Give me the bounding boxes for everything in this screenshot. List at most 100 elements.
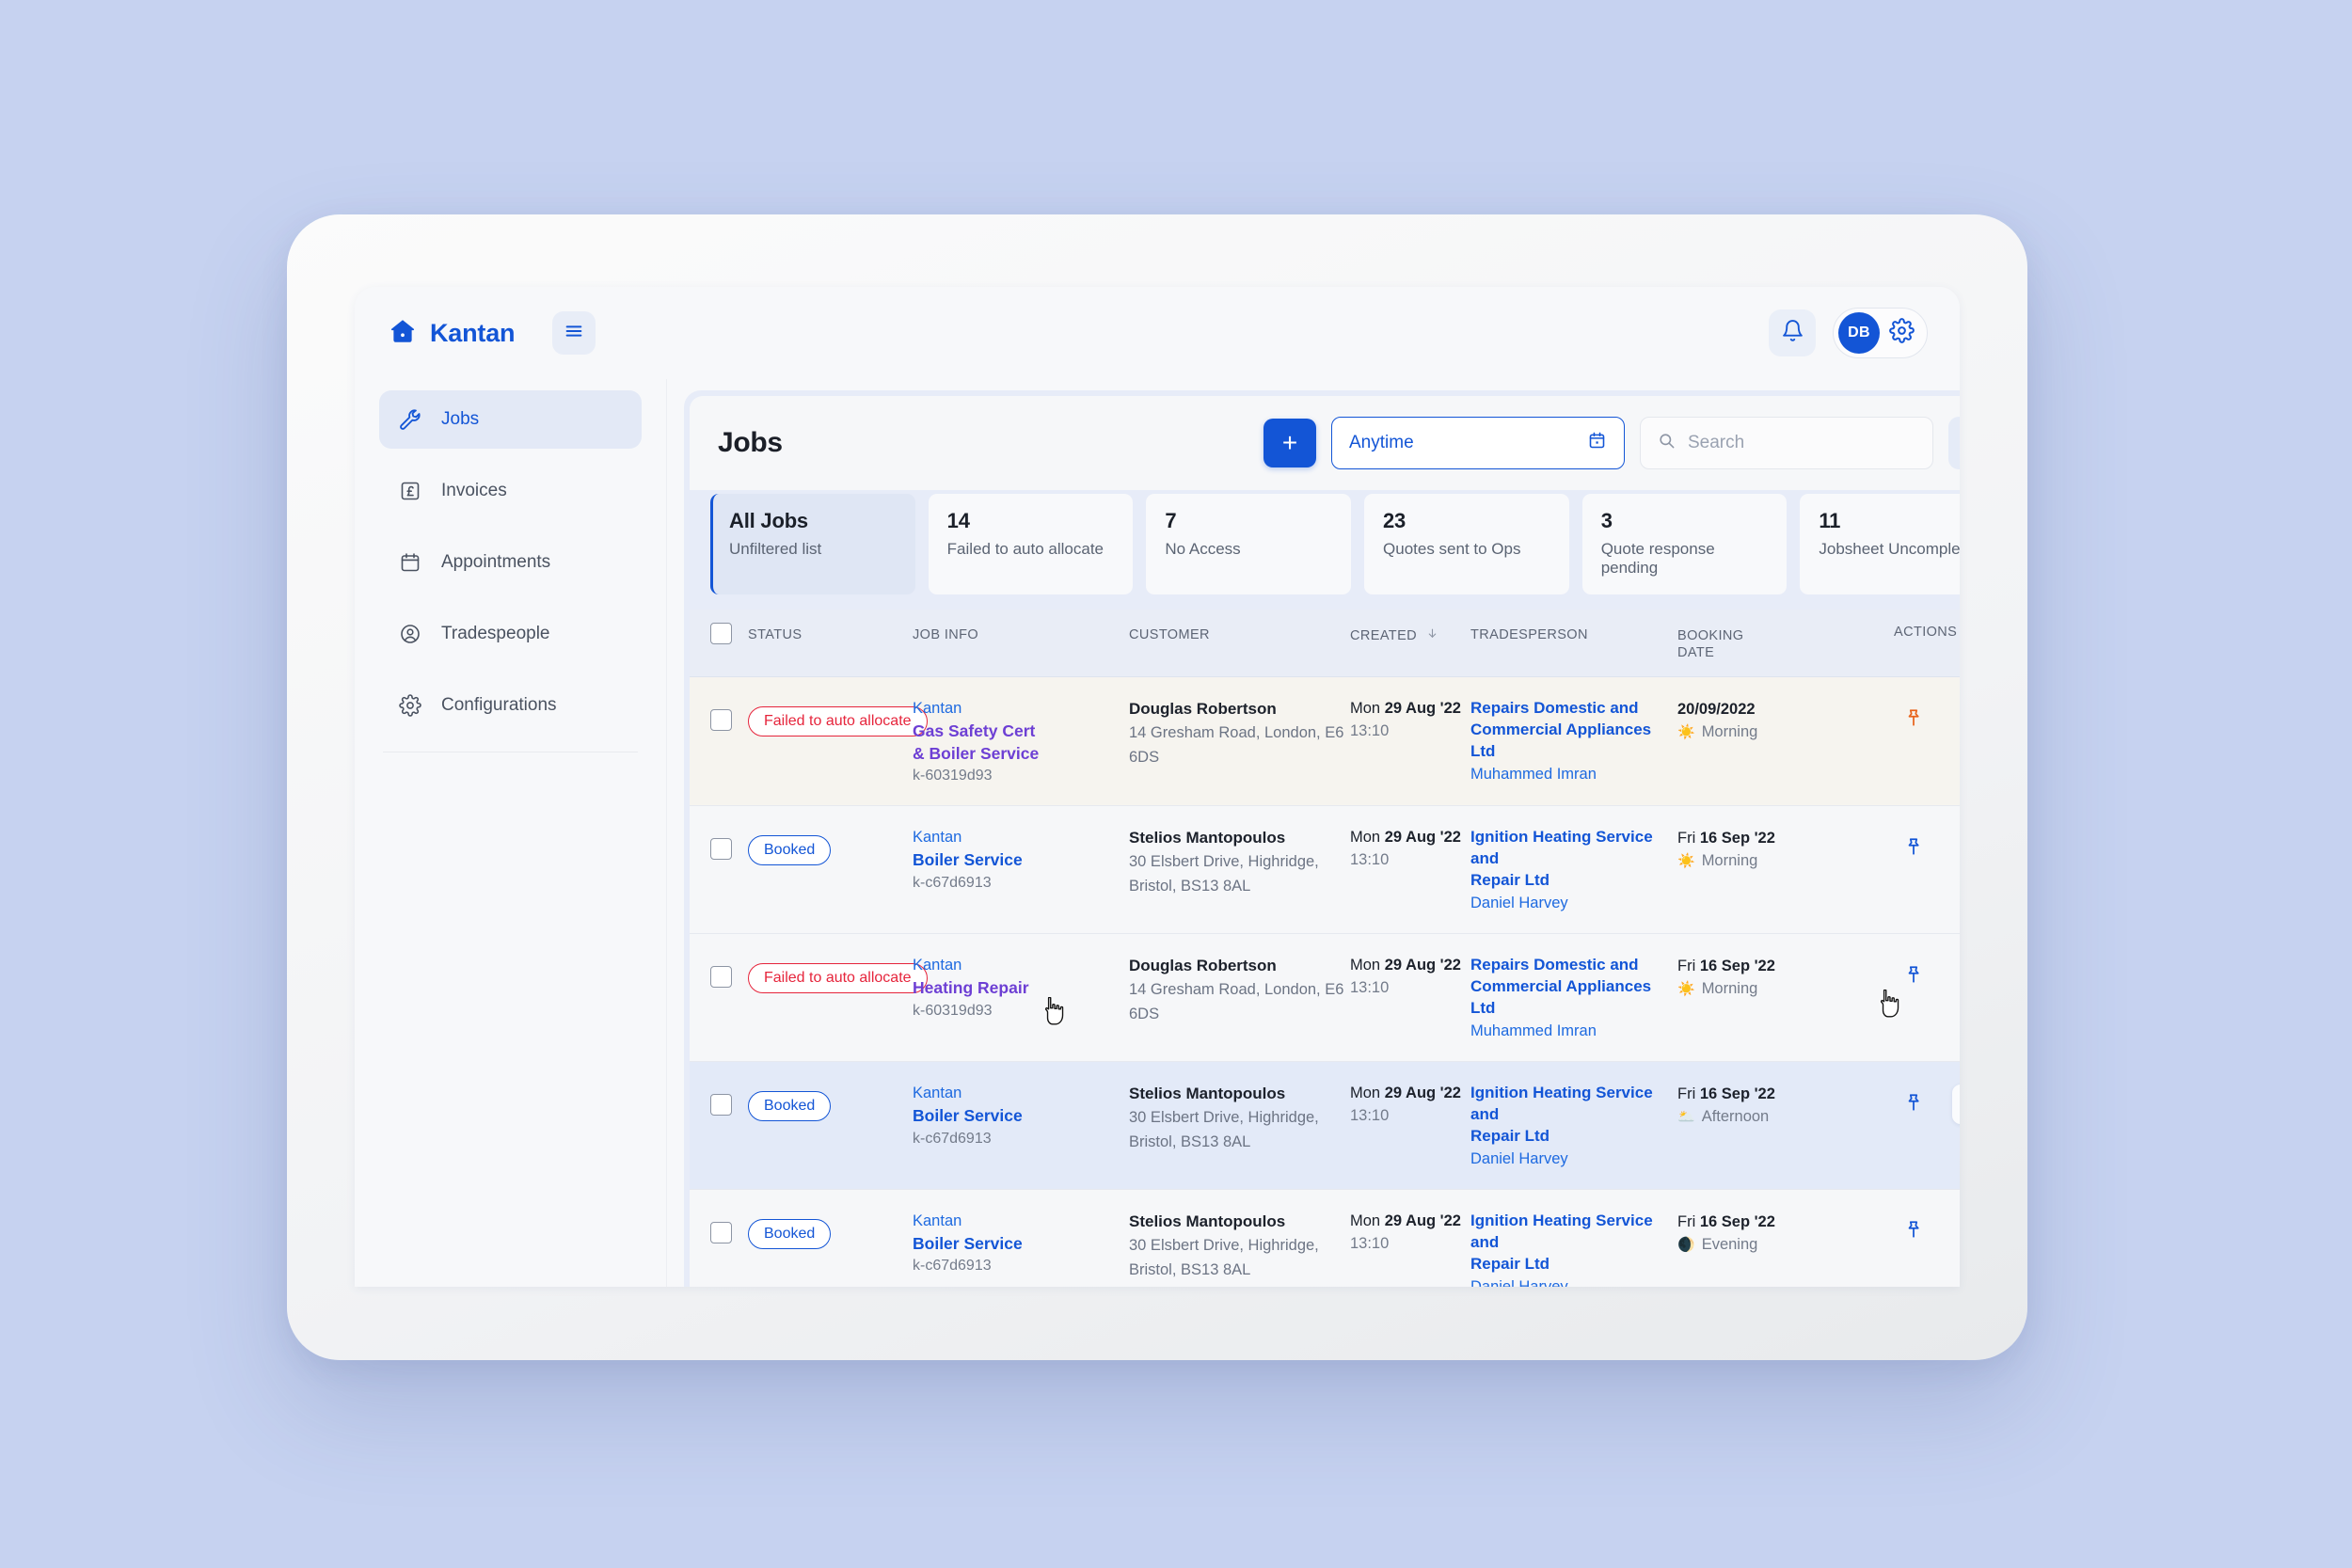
sidebar-item-label: Configurations: [441, 695, 557, 715]
trade-company-line1[interactable]: Ignition Heating Service and: [1470, 1083, 1677, 1126]
row-checkbox[interactable]: [710, 1221, 732, 1243]
stat-card-quotes-sent-to-ops[interactable]: 23 Quotes sent to Ops: [1364, 494, 1569, 594]
add-job-button[interactable]: +: [1263, 419, 1316, 467]
trade-company-line1[interactable]: Ignition Heating Service and: [1470, 1211, 1677, 1254]
trade-person-link[interactable]: Daniel Harvey: [1470, 895, 1677, 912]
stat-label: No Access: [1165, 540, 1241, 558]
job-name-link[interactable]: Heating Repair: [913, 977, 1129, 1000]
brand-logo[interactable]: Kantan: [389, 317, 516, 350]
user-menu[interactable]: DB: [1833, 308, 1928, 358]
app-body: Jobs Invoices Appointments Tradespeople …: [355, 379, 1960, 1287]
booking-date: Fri 16 Sep '22: [1677, 1083, 1894, 1106]
column-header-booking-date[interactable]: BOOKING DATE: [1677, 623, 1894, 661]
stat-card-jobsheet-uncompleted[interactable]: 11 Jobsheet Uncompleted: [1800, 494, 1960, 594]
row-job-cell: Kantan Gas Safety Cert & Boiler Service …: [913, 698, 1129, 784]
trade-company-line2[interactable]: Commercial Appliances Ltd: [1470, 976, 1677, 1020]
trade-company-line2[interactable]: Repair Ltd: [1470, 1126, 1677, 1148]
status-badge: Booked: [748, 835, 832, 866]
table-row[interactable]: Failed to auto allocate Kantan Heating R…: [690, 934, 1960, 1063]
booking-slot-label: Morning: [1701, 979, 1758, 997]
stat-card-quote-response-pending[interactable]: 3 Quote response pending: [1581, 494, 1788, 594]
column-header-job-info[interactable]: JOB INFO: [913, 623, 1129, 642]
settings-button[interactable]: [1889, 318, 1915, 348]
trade-company-line2[interactable]: Commercial Appliances Ltd: [1470, 720, 1677, 763]
table-row[interactable]: Failed to auto allocate Kantan Gas Safet…: [690, 677, 1960, 807]
stat-card-no-access[interactable]: 7 No Access: [1146, 494, 1352, 594]
row-checkbox[interactable]: [710, 838, 732, 861]
pin-button[interactable]: [1894, 700, 1933, 739]
date-range-select[interactable]: Anytime: [1331, 417, 1625, 469]
column-header-created[interactable]: CREATED: [1350, 623, 1470, 643]
booking-date: Fri 16 Sep '22: [1677, 955, 1894, 978]
avatar: DB: [1838, 312, 1880, 354]
column-header-tradesperson[interactable]: TRADESPERSON: [1470, 623, 1677, 642]
sidebar-item-configurations[interactable]: Configurations: [379, 676, 642, 735]
job-name-link[interactable]: Gas Safety Cert: [913, 721, 1129, 743]
sidebar-item-appointments[interactable]: Appointments: [379, 533, 642, 592]
customer-name: Douglas Robertson: [1129, 957, 1277, 975]
customer-name: Stelios Mantopoulos: [1129, 829, 1286, 847]
select-all-checkbox[interactable]: [710, 623, 732, 644]
booking-date-value: 16 Sep '22: [1699, 1212, 1775, 1230]
trade-person-link[interactable]: Muhammed Imran: [1470, 766, 1677, 784]
row-status-cell: Booked: [748, 1211, 913, 1249]
search-input[interactable]: [1688, 433, 1915, 453]
job-name-link[interactable]: Boiler Service: [913, 1105, 1129, 1128]
customer-address-line1: 30 Elsbert Drive, Highridge,: [1129, 1108, 1319, 1126]
search-box[interactable]: [1640, 417, 1933, 469]
table-row[interactable]: Booked Kantan Boiler Service k-c67d6913 …: [690, 1062, 1960, 1190]
jobsheet-button[interactable]: [1952, 1085, 1960, 1125]
trade-company-line1[interactable]: Repairs Domestic and: [1470, 698, 1677, 720]
notifications-button[interactable]: [1769, 309, 1816, 356]
sidebar-item-jobs[interactable]: Jobs: [379, 390, 642, 449]
jobsheet-button[interactable]: [1952, 1212, 1960, 1252]
table-row[interactable]: Booked Kantan Boiler Service k-c67d6913 …: [690, 1190, 1960, 1287]
row-created-cell: Mon 29 Aug '22 13:10: [1350, 698, 1470, 742]
trade-company-line1[interactable]: Repairs Domestic and: [1470, 955, 1677, 976]
created-date: Mon 29 Aug '22: [1350, 827, 1470, 849]
app-window: Kantan DB Jobs Invoices Appointments Tra…: [355, 287, 1960, 1287]
pin-button[interactable]: [1894, 829, 1933, 868]
row-tradesperson-cell: Repairs Domestic and Commercial Applianc…: [1470, 698, 1677, 784]
jobsheet-button[interactable]: [1952, 957, 1960, 996]
status-badge: Failed to auto allocate: [748, 963, 928, 994]
row-checkbox[interactable]: [710, 966, 732, 989]
stat-label: Unfiltered list: [729, 540, 822, 558]
trade-person-link[interactable]: Daniel Harvey: [1470, 1278, 1677, 1287]
job-name-link[interactable]: Boiler Service: [913, 1233, 1129, 1256]
customer-address-line2: 6DS: [1129, 1005, 1160, 1022]
column-header-customer[interactable]: CUSTOMER: [1129, 623, 1350, 642]
column-header-status[interactable]: STATUS: [748, 623, 913, 642]
stat-card-failed-to-auto-allocate[interactable]: 14 Failed to auto allocate: [928, 494, 1134, 594]
jobsheet-button[interactable]: [1952, 829, 1960, 868]
gear-icon: [1889, 318, 1915, 348]
job-name-link-line2[interactable]: & Boiler Service: [913, 743, 1129, 766]
row-customer-cell: Stelios Mantopoulos 30 Elsbert Drive, Hi…: [1129, 827, 1350, 898]
customer-address-line1: 14 Gresham Road, London, E6: [1129, 981, 1344, 999]
trade-company-line2[interactable]: Repair Ltd: [1470, 1254, 1677, 1275]
row-status-cell: Failed to auto allocate: [748, 698, 928, 737]
row-actions-cell: [1894, 1083, 1960, 1125]
jobsheet-button[interactable]: [1952, 700, 1960, 739]
sun-icon: ☀️: [1677, 724, 1695, 740]
pin-button[interactable]: [1894, 1212, 1933, 1252]
trade-company-line2[interactable]: Repair Ltd: [1470, 870, 1677, 892]
pin-button[interactable]: [1894, 957, 1933, 996]
filter-button[interactable]: [1948, 417, 1960, 469]
row-checkbox[interactable]: [710, 1094, 732, 1117]
stat-value: All Jobs: [729, 509, 808, 532]
table-row[interactable]: Booked Kantan Boiler Service k-c67d6913 …: [690, 806, 1960, 935]
trade-person-link[interactable]: Muhammed Imran: [1470, 1022, 1677, 1040]
plus-icon: +: [1281, 428, 1298, 457]
sun-icon: ☀️: [1677, 980, 1695, 997]
pin-button[interactable]: [1894, 1085, 1933, 1124]
stat-card-all-jobs[interactable]: All Jobs Unfiltered list: [710, 494, 915, 594]
trade-company-line1[interactable]: Ignition Heating Service and: [1470, 827, 1677, 870]
hamburger-menu-button[interactable]: [552, 311, 596, 355]
trade-person-link[interactable]: Daniel Harvey: [1470, 1150, 1677, 1168]
sidebar-item-invoices[interactable]: Invoices: [379, 462, 642, 520]
row-checkbox[interactable]: [710, 709, 732, 732]
job-name-link[interactable]: Boiler Service: [913, 849, 1129, 872]
status-badge: Failed to auto allocate: [748, 706, 928, 737]
sidebar-item-tradespeople[interactable]: Tradespeople: [379, 605, 642, 663]
